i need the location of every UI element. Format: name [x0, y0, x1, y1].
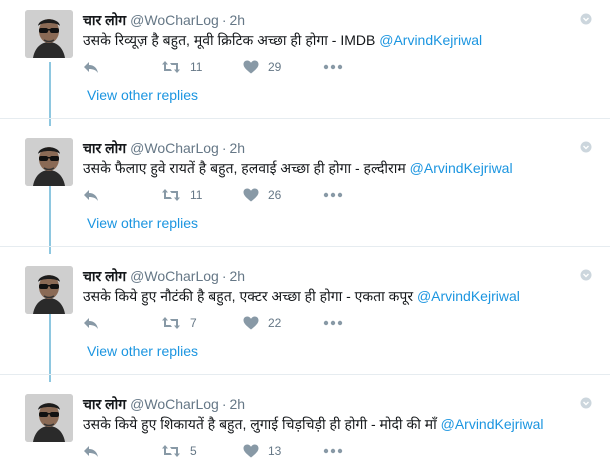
- retweet-count: 7: [190, 316, 197, 330]
- reply-icon: [84, 62, 98, 73]
- more-button[interactable]: [323, 185, 343, 205]
- more-dots-icon: [323, 320, 343, 326]
- more-dots-icon: [323, 192, 343, 198]
- like-button[interactable]: 22: [243, 313, 281, 333]
- retweet-button[interactable]: 7: [161, 313, 197, 333]
- divider: [0, 374, 610, 375]
- avatar[interactable]: [25, 266, 73, 314]
- retweet-icon: [162, 189, 180, 201]
- reply-icon: [84, 446, 98, 457]
- avatar[interactable]: [25, 138, 73, 186]
- heart-icon: [243, 316, 259, 330]
- view-other-replies-link[interactable]: View other replies: [87, 342, 198, 360]
- caret-down-icon[interactable]: [580, 269, 592, 281]
- user-handle[interactable]: @WoCharLog: [130, 140, 219, 156]
- user-name[interactable]: चार लोग: [83, 12, 126, 28]
- timestamp[interactable]: 2h: [229, 12, 245, 28]
- reply-icon: [84, 190, 98, 201]
- tweet-text: उसके किये हुए नौटंकी है बहुत, एक्टर अच्छ…: [83, 286, 520, 306]
- heart-icon: [243, 188, 259, 202]
- mention-link[interactable]: @ArvindKejriwal: [379, 32, 482, 48]
- tweet-actions: 7 22: [83, 313, 363, 333]
- avatar[interactable]: [25, 10, 73, 58]
- tweet-body: उसके किये हुए शिकायतें है बहुत, लुगाई चि…: [83, 416, 441, 432]
- tweet-text: उसके किये हुए शिकायतें है बहुत, लुगाई चि…: [83, 414, 544, 434]
- mention-link[interactable]: @ArvindKejriwal: [410, 160, 513, 176]
- retweet-button[interactable]: 11: [161, 185, 202, 205]
- divider: [0, 118, 610, 119]
- user-handle[interactable]: @WoCharLog: [130, 12, 219, 28]
- separator-dot: ·: [221, 140, 227, 156]
- tweet[interactable]: चार लोग @WoCharLog · 2h उसके किये हुए शिकाय…: [0, 394, 610, 467]
- heart-icon: [243, 60, 259, 74]
- tweet-text: उसके फैलाए हुवे रायतें है बहुत, हलवाई अच…: [83, 158, 513, 178]
- more-button[interactable]: [323, 57, 343, 77]
- like-button[interactable]: 29: [243, 57, 281, 77]
- more-button[interactable]: [323, 441, 343, 461]
- timestamp[interactable]: 2h: [229, 396, 245, 412]
- tweet-actions: 11 29: [83, 57, 363, 77]
- tweet-text: उसके रिव्यूज़ है बहुत, मूवी क्रिटिक अच्छ…: [83, 30, 482, 50]
- retweet-count: 5: [190, 444, 197, 458]
- like-count: 22: [268, 316, 282, 330]
- reply-button[interactable]: [83, 313, 99, 333]
- more-dots-icon: [323, 448, 343, 454]
- tweet-header: चार लोग @WoCharLog · 2h: [83, 394, 245, 414]
- reply-button[interactable]: [83, 441, 99, 461]
- retweet-button[interactable]: 11: [161, 57, 202, 77]
- more-dots-icon: [323, 64, 343, 70]
- tweet-header: चार लोग @WoCharLog · 2h: [83, 138, 245, 158]
- user-handle[interactable]: @WoCharLog: [130, 396, 219, 412]
- reply-button[interactable]: [83, 57, 99, 77]
- user-handle[interactable]: @WoCharLog: [130, 268, 219, 284]
- heart-icon: [243, 444, 259, 458]
- like-button[interactable]: 26: [243, 185, 281, 205]
- tweet-body: उसके रिव्यूज़ है बहुत, मूवी क्रिटिक अच्छ…: [83, 32, 380, 48]
- caret-down-icon[interactable]: [580, 13, 592, 25]
- separator-dot: ·: [221, 396, 227, 412]
- like-count: 29: [268, 60, 282, 74]
- view-other-replies-link[interactable]: View other replies: [87, 86, 198, 104]
- timestamp[interactable]: 2h: [229, 140, 245, 156]
- tweet-header: चार लोग @WoCharLog · 2h: [83, 266, 245, 286]
- mention-link[interactable]: @ArvindKejriwal: [417, 288, 520, 304]
- like-count: 13: [268, 444, 282, 458]
- retweet-icon: [162, 61, 180, 73]
- avatar[interactable]: [25, 394, 73, 442]
- reply-icon: [84, 318, 98, 329]
- tweet-actions: 11 26: [83, 185, 363, 205]
- user-name[interactable]: चार लोग: [83, 140, 126, 156]
- more-button[interactable]: [323, 313, 343, 333]
- caret-down-icon[interactable]: [580, 397, 592, 409]
- retweet-icon: [162, 445, 180, 457]
- like-button[interactable]: 13: [243, 441, 281, 461]
- like-count: 26: [268, 188, 282, 202]
- retweet-count: 11: [190, 188, 203, 202]
- mention-link[interactable]: @ArvindKejriwal: [441, 416, 544, 432]
- view-other-replies-link[interactable]: View other replies: [87, 214, 198, 232]
- tweet-body: उसके फैलाए हुवे रायतें है बहुत, हलवाई अच…: [83, 160, 410, 176]
- tweet-header: चार लोग @WoCharLog · 2h: [83, 10, 245, 30]
- reply-button[interactable]: [83, 185, 99, 205]
- timestamp[interactable]: 2h: [229, 268, 245, 284]
- retweet-count: 11: [190, 60, 203, 74]
- tweet-actions: 5 13: [83, 441, 363, 461]
- user-name[interactable]: चार लोग: [83, 396, 126, 412]
- separator-dot: ·: [221, 268, 227, 284]
- tweet-body: उसके किये हुए नौटंकी है बहुत, एक्टर अच्छ…: [83, 288, 417, 304]
- retweet-button[interactable]: 5: [161, 441, 197, 461]
- retweet-icon: [162, 317, 180, 329]
- separator-dot: ·: [221, 12, 227, 28]
- caret-down-icon[interactable]: [580, 141, 592, 153]
- divider: [0, 246, 610, 247]
- user-name[interactable]: चार लोग: [83, 268, 126, 284]
